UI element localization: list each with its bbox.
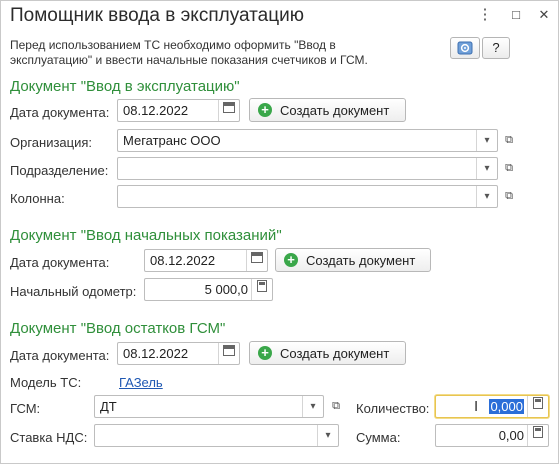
create-document-label: Создать документ [306,253,416,268]
quantity-value: 0,000 [489,399,524,414]
quantity-field[interactable]: I 0,000 [435,395,549,418]
create-document-label: Создать документ [280,346,390,361]
calculator-button[interactable] [527,425,548,446]
odometer-value: 5 000,0 [204,282,248,297]
sum-field[interactable]: 0,00 [435,424,549,447]
fuel-label: ГСМ: [10,401,41,416]
close-icon[interactable]: ✕ [534,5,554,25]
fuel-field[interactable]: ДТ ▾ [94,395,324,418]
assistant-window: Помощник ввода в эксплуатацию ⋮ □ ✕ Пере… [0,0,559,464]
calculator-button[interactable] [527,396,548,417]
date-field[interactable]: 08.12.2022 [144,249,268,272]
calculator-button[interactable] [251,279,272,300]
quantity-label: Количество: [356,401,430,416]
create-document-button[interactable]: + Создать документ [275,248,431,272]
add-icon: + [258,103,272,117]
calendar-icon [251,252,263,263]
dropdown-icon[interactable]: ▾ [302,396,323,417]
fuel-value: ДТ [100,399,117,414]
date-field[interactable]: 08.12.2022 [117,342,240,365]
gear-icon [457,41,473,55]
calculator-icon [533,397,543,409]
open-icon[interactable]: ⧉ [501,132,517,148]
calendar-button[interactable] [246,250,267,271]
dropdown-icon[interactable]: ▾ [476,186,497,207]
date-label: Дата документа: [10,105,110,120]
column-field[interactable]: ▾ [117,185,498,208]
vat-rate-field[interactable]: ▾ [94,424,339,447]
department-label: Подразделение: [10,163,109,178]
add-icon: + [284,253,298,267]
vehicle-model-label: Модель ТС: [10,375,82,390]
create-document-label: Создать документ [280,103,390,118]
date-value: 08.12.2022 [123,346,189,361]
open-icon[interactable]: ⧉ [328,398,344,414]
section-initial-readings-title: Документ "Ввод начальных показаний" [10,227,282,244]
date-field[interactable]: 08.12.2022 [117,99,240,122]
date-label: Дата документа: [10,348,110,363]
calculator-icon [533,426,543,438]
more-actions-icon[interactable]: ⋮ [475,5,495,25]
create-document-button[interactable]: + Создать документ [249,341,406,365]
date-value: 08.12.2022 [123,103,189,118]
create-document-button[interactable]: + Создать документ [249,98,406,122]
dropdown-icon[interactable]: ▾ [476,130,497,151]
dropdown-icon[interactable]: ▾ [317,425,338,446]
department-field[interactable]: ▾ [117,157,498,180]
calendar-button[interactable] [218,343,239,364]
vehicle-model-link[interactable]: ГАЗель [119,375,163,390]
organization-label: Организация: [10,135,93,150]
calendar-icon [223,102,235,113]
info-text-line1: Перед использованием ТС необходимо оформ… [10,38,336,52]
calendar-button[interactable] [218,100,239,121]
calendar-icon [223,345,235,356]
maximize-icon[interactable]: □ [506,5,526,25]
section-commissioning-title: Документ "Ввод в эксплуатацию" [10,78,240,95]
window-title: Помощник ввода в эксплуатацию [10,5,304,26]
date-value: 08.12.2022 [150,253,216,268]
column-label: Колонна: [10,191,65,206]
vat-rate-label: Ставка НДС: [10,430,88,445]
organization-value: Мегатранс ООО [123,133,221,148]
info-text-line2: эксплуатацию" и ввести начальные показан… [10,53,368,67]
dropdown-icon[interactable]: ▾ [476,158,497,179]
section-fuel-balance-title: Документ "Ввод остатков ГСМ" [10,320,226,337]
date-label: Дата документа: [10,255,110,270]
info-text: Перед использованием ТС необходимо оформ… [10,38,430,68]
open-icon[interactable]: ⧉ [501,160,517,176]
settings-button[interactable] [450,37,480,59]
odometer-field[interactable]: 5 000,0 [144,278,273,301]
text-cursor-icon: I [474,398,479,415]
sum-label: Сумма: [356,430,401,445]
help-button[interactable]: ? [482,37,510,59]
open-icon[interactable]: ⧉ [501,188,517,204]
add-icon: + [258,346,272,360]
calculator-icon [257,280,267,292]
sum-value: 0,00 [498,428,524,443]
odometer-label: Начальный одометр: [10,284,137,299]
organization-field[interactable]: Мегатранс ООО ▾ [117,129,498,152]
